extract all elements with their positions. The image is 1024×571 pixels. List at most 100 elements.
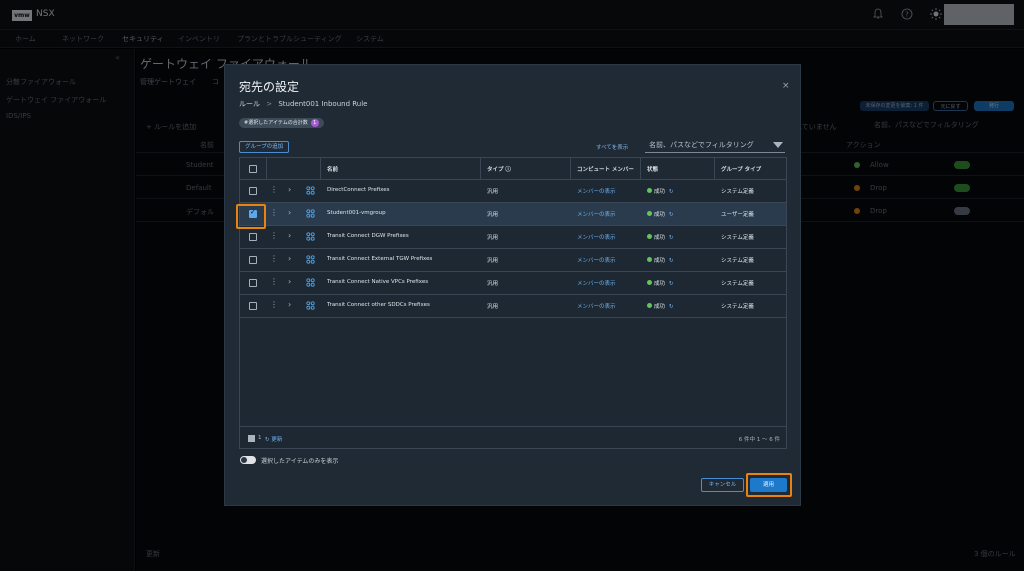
expand-row-chevron-icon[interactable]: › <box>288 231 291 240</box>
row-group-type: システム定義 <box>721 281 754 287</box>
breadcrumb-separator: > <box>266 100 273 108</box>
row-checkbox[interactable] <box>249 233 257 241</box>
group-icon <box>306 186 315 195</box>
table-row[interactable]: ⋮ › DirectConnect Prefixes 汎用 メンバーの表示 成功… <box>240 180 786 203</box>
row-actions-kebab-icon[interactable]: ⋮ <box>270 231 278 240</box>
row-actions-kebab-icon[interactable]: ⋮ <box>270 300 278 309</box>
col-compute-members[interactable]: コンピュート メンバー <box>577 165 634 173</box>
row-status: 成功 ↻ <box>647 233 674 241</box>
row-status: 成功 ↻ <box>647 279 674 287</box>
success-dot-icon <box>647 234 652 239</box>
row-actions-kebab-icon[interactable]: ⋮ <box>270 277 278 286</box>
show-all-link[interactable]: すべてを表示 <box>596 143 628 151</box>
group-icon <box>306 209 315 218</box>
select-all-checkbox[interactable] <box>249 165 257 173</box>
filter-input[interactable]: 名前、パスなどでフィルタリング <box>645 138 785 153</box>
row-actions-kebab-icon[interactable]: ⋮ <box>270 185 278 194</box>
row-checkbox[interactable] <box>249 256 257 264</box>
group-icon <box>306 301 315 310</box>
row-checkbox[interactable] <box>249 279 257 287</box>
row-name: Student001-vmgroup <box>327 210 386 216</box>
cancel-button[interactable]: キャンセル <box>701 478 744 492</box>
table-header: 名前 タイプ ⓘ コンピュート メンバー 状態 グループ タイプ <box>240 158 786 180</box>
pagination-range: 6 件中 1 ～ 6 件 <box>738 437 780 443</box>
show-selected-only-label: 選択したアイテムのみを表示 <box>261 458 339 465</box>
expand-row-chevron-icon[interactable]: › <box>288 208 291 217</box>
col-type[interactable]: タイプ ⓘ <box>487 165 511 173</box>
table-row[interactable]: ⋮ › Transit Connect DGW Prefixes 汎用 メンバー… <box>240 226 786 249</box>
expand-row-chevron-icon[interactable]: › <box>288 277 291 286</box>
refresh-status-icon[interactable]: ↻ <box>669 235 674 241</box>
breadcrumb: ルール > Student001 Inbound Rule <box>239 99 368 109</box>
breadcrumb-current: Student001 Inbound Rule <box>278 100 368 108</box>
refresh-status-icon[interactable]: ↻ <box>669 304 674 310</box>
row-group-type: ユーザー定義 <box>721 212 754 218</box>
view-members-link[interactable]: メンバーの表示 <box>577 210 616 218</box>
row-status: 成功 ↻ <box>647 256 674 264</box>
row-checkbox[interactable] <box>249 302 257 310</box>
view-members-link[interactable]: メンバーの表示 <box>577 302 616 310</box>
set-destination-dialog: 宛先の設定 × ルール > Student001 Inbound Rule #選… <box>224 64 801 506</box>
refresh-status-icon[interactable]: ↻ <box>669 189 674 195</box>
table-footer: 1 ↻ 更新 6 件中 1 ～ 6 件 <box>240 426 786 448</box>
dialog-title: 宛先の設定 <box>239 80 300 94</box>
table-row[interactable]: ⋮ › Transit Connect Native VPCs Prefixes… <box>240 272 786 295</box>
expand-row-chevron-icon[interactable]: › <box>288 254 291 263</box>
view-members-link[interactable]: メンバーの表示 <box>577 187 616 195</box>
row-checkbox[interactable] <box>249 187 257 195</box>
table-row[interactable]: ⋮ › Student001-vmgroup 汎用 メンバーの表示 成功↻ ユー… <box>240 203 786 226</box>
selected-items-chip[interactable]: #選択したアイテムの合計数 1 <box>239 118 324 128</box>
highlight-checkbox-callout <box>236 204 266 229</box>
add-group-button[interactable]: グループの追加 <box>239 141 290 153</box>
view-members-link[interactable]: メンバーの表示 <box>577 256 616 264</box>
row-group-type: システム定義 <box>721 304 754 310</box>
row-group-type: システム定義 <box>721 189 754 195</box>
row-type: 汎用 <box>487 212 499 218</box>
row-name: Transit Connect External TGW Prefixes <box>327 256 433 262</box>
success-dot-icon <box>647 280 652 285</box>
success-dot-icon <box>647 257 652 262</box>
refresh-status-icon[interactable]: ↻ <box>669 281 674 287</box>
show-selected-only-toggle[interactable] <box>240 456 256 464</box>
success-dot-icon <box>647 303 652 308</box>
row-name: Transit Connect DGW Prefixes <box>327 233 409 239</box>
group-icon <box>306 255 315 264</box>
row-type: 汎用 <box>487 258 499 264</box>
row-actions-kebab-icon[interactable]: ⋮ <box>270 208 278 217</box>
row-group-type: システム定義 <box>721 235 754 241</box>
row-group-type: システム定義 <box>721 258 754 264</box>
filter-placeholder: 名前、パスなどでフィルタリング <box>649 141 754 149</box>
close-icon[interactable]: × <box>782 81 790 91</box>
row-name: Transit Connect other SDDCs Prefixes <box>327 302 430 308</box>
expand-row-chevron-icon[interactable]: › <box>288 300 291 309</box>
col-name[interactable]: 名前 <box>327 165 338 173</box>
success-dot-icon <box>647 188 652 193</box>
row-name: DirectConnect Prefixes <box>327 187 390 193</box>
view-members-link[interactable]: メンバーの表示 <box>577 233 616 241</box>
footer-refresh-button[interactable]: ↻ 更新 <box>265 435 282 443</box>
refresh-status-icon[interactable]: ↻ <box>669 258 674 264</box>
table-row[interactable]: ⋮ › Transit Connect External TGW Prefixe… <box>240 249 786 272</box>
view-members-link[interactable]: メンバーの表示 <box>577 279 616 287</box>
row-status: 成功 ↻ <box>647 187 674 195</box>
breadcrumb-parent[interactable]: ルール <box>239 100 260 108</box>
footer-selected-checkbox-icon <box>248 435 255 442</box>
success-dot-icon <box>647 211 652 216</box>
col-group-type[interactable]: グループ タイプ <box>721 165 761 173</box>
col-status[interactable]: 状態 <box>647 165 658 173</box>
row-actions-kebab-icon[interactable]: ⋮ <box>270 254 278 263</box>
row-type: 汎用 <box>487 304 499 310</box>
row-type: 汎用 <box>487 281 499 287</box>
table-row[interactable]: ⋮ › Transit Connect other SDDCs Prefixes… <box>240 295 786 318</box>
row-status: 成功 ↻ <box>647 302 674 310</box>
refresh-status-icon[interactable]: ↻ <box>669 212 674 218</box>
groups-table: 名前 タイプ ⓘ コンピュート メンバー 状態 グループ タイプ ⋮ › Dir… <box>239 157 787 449</box>
selected-count-badge: 1 <box>310 119 319 127</box>
expand-row-chevron-icon[interactable]: › <box>288 185 291 194</box>
row-type: 汎用 <box>487 189 499 195</box>
row-name: Transit Connect Native VPCs Prefixes <box>327 279 429 285</box>
selected-items-label: #選択したアイテムの合計数 <box>244 120 308 126</box>
group-icon <box>306 278 315 287</box>
group-icon <box>306 232 315 241</box>
filter-funnel-icon[interactable] <box>773 142 783 148</box>
